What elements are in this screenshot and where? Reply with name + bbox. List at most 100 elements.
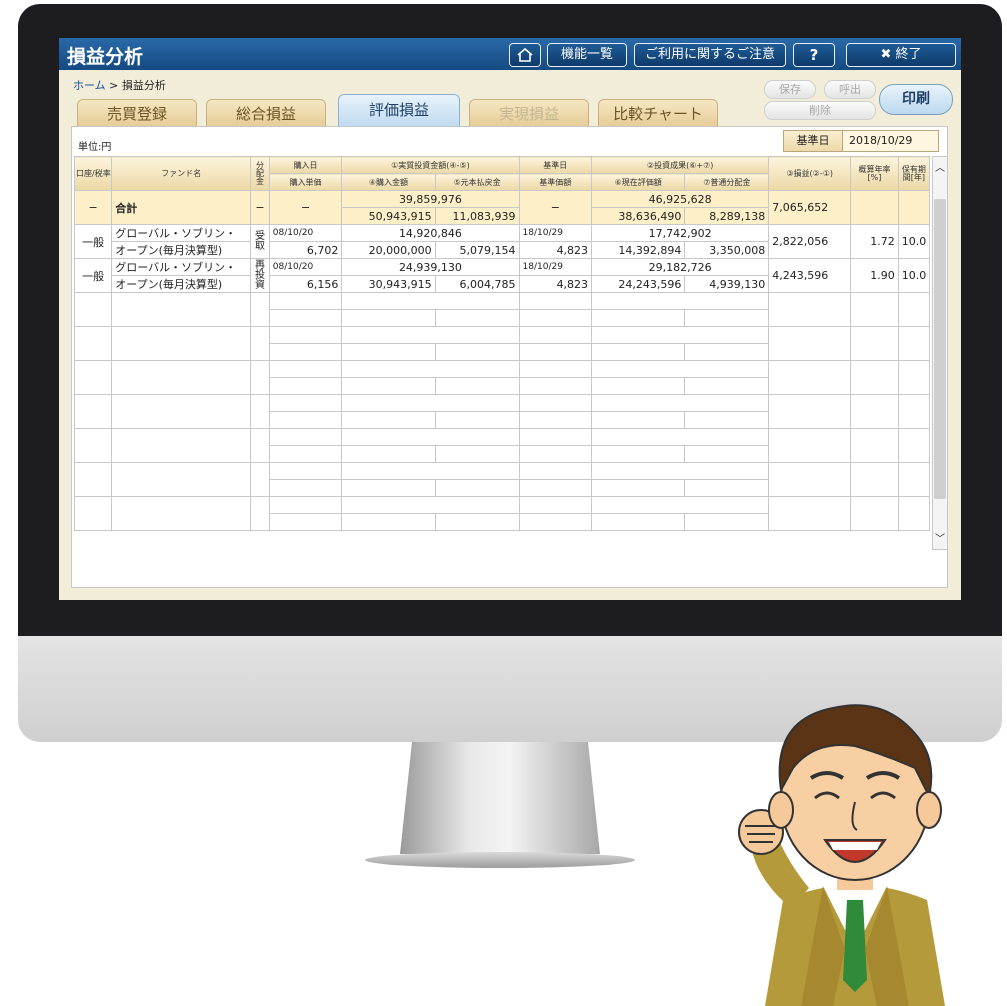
exit-button[interactable]: ✖ 終了 <box>846 43 956 67</box>
base-date-value: 2018/10/29 <box>849 134 913 147</box>
tab-trade-registration[interactable]: 売買登録 <box>77 99 197 126</box>
breadcrumb-home[interactable]: ホーム <box>73 79 106 92</box>
monitor-base <box>365 852 635 868</box>
app-title: 損益分析 <box>67 46 144 68</box>
breadcrumb: ホーム > 損益分析 <box>73 77 166 93</box>
header-holding-period: 保有期間[年] <box>897 156 931 191</box>
row-fund-name-2: オープン(毎月決算型) <box>111 241 252 259</box>
unit-label: 単位:円 <box>78 142 112 153</box>
row-investment-result: 17,742,902 <box>591 224 770 242</box>
table-row[interactable]: 一般 グローバル・ソブリン・ 受取 08/10/20 14,920,846 18… <box>73 224 931 259</box>
help-button[interactable]: ? <box>793 43 835 67</box>
header-purchase-amount: ④購入金額 <box>341 173 436 191</box>
row-annual-rate: 1.72 <box>850 224 899 259</box>
empty-row <box>73 462 931 497</box>
row-account: 一般 <box>73 224 113 259</box>
home-button[interactable] <box>509 43 541 67</box>
header-base-day: 基準日 <box>518 156 593 174</box>
chevron-up-icon[interactable]: ︿ <box>934 159 946 174</box>
title-bar: 損益分析 機能一覧 ご利用に関するご注意 ? ✖ 終了 <box>59 38 961 70</box>
row-ordinary-dist: 4,939,130 <box>684 275 770 293</box>
total-current-value: 38,636,490 <box>591 207 686 225</box>
usage-notice-button[interactable]: ご利用に関するご注意 <box>634 43 786 67</box>
header-profit-loss: ③損益(②-①) <box>768 156 852 191</box>
row-profit-loss: 2,822,056 <box>768 224 852 259</box>
scroll-thumb[interactable] <box>934 199 946 499</box>
total-label: 合計 <box>111 190 252 225</box>
tab-overall-profit[interactable]: 総合損益 <box>206 99 326 126</box>
table-row[interactable]: 一般 グローバル・ソブリン・ 再投資 08/10/20 24,939,130 1… <box>73 258 931 293</box>
function-list-button[interactable]: 機能一覧 <box>547 43 627 67</box>
row-fund-name-1: グローバル・ソブリン・ <box>111 258 252 276</box>
cheering-businessman-illustration <box>738 704 945 1006</box>
total-actual-investment: 39,859,976 <box>341 190 520 208</box>
row-actual-investment: 14,920,846 <box>341 224 520 242</box>
recall-button[interactable]: 呼出 <box>824 80 876 99</box>
breadcrumb-current: 損益分析 <box>121 79 166 92</box>
total-account: − <box>73 190 113 225</box>
base-date-field: 基準日 2018/10/29 <box>783 130 939 152</box>
row-holding-period: 10.0 <box>897 258 931 293</box>
header-account-tax: 口座/税率 <box>73 156 113 191</box>
row-fund-name-2: オープン(毎月決算型) <box>111 275 252 293</box>
total-distribution: − <box>250 190 270 225</box>
row-account: 一般 <box>73 258 113 293</box>
tab-valuation-profit[interactable]: 評価損益 <box>338 94 460 128</box>
total-principal-refund: 11,083,939 <box>434 207 520 225</box>
empty-row <box>73 326 931 361</box>
valuation-table: 口座/税率 ファンド名 分配金 購入日 ①実質投資金額(④-⑤) 基準日 ②投資… <box>73 156 931 531</box>
monitor-stand <box>400 742 600 854</box>
total-row: − 合計 − − 39,859,976 − 46,925,628 7,065,6… <box>73 190 931 225</box>
app-screen: 損益分析 機能一覧 ご利用に関するご注意 ? ✖ 終了 ホーム > 損益分析 売… <box>59 38 961 600</box>
total-purchase-date: − <box>268 190 343 225</box>
header-actual-investment: ①実質投資金額(④-⑤) <box>341 156 520 174</box>
table-scrollbar[interactable]: ︿ ﹀ <box>932 156 948 550</box>
row-base-price: 4,823 <box>518 241 593 259</box>
row-principal-refund: 6,004,785 <box>434 275 520 293</box>
row-base-price: 4,823 <box>518 275 593 293</box>
row-fund-name-1: グローバル・ソブリン・ <box>111 224 252 242</box>
row-base-day: 18/10/29 <box>518 258 593 276</box>
row-actual-investment: 24,939,130 <box>341 258 520 276</box>
row-annual-rate: 1.90 <box>850 258 899 293</box>
chevron-down-icon[interactable]: ﹀ <box>934 530 946 545</box>
total-ordinary-dist: 8,289,138 <box>684 207 770 225</box>
total-profit-loss: 7,065,652 <box>768 190 852 225</box>
row-profit-loss: 4,243,596 <box>768 258 852 293</box>
empty-row <box>73 394 931 429</box>
row-principal-refund: 5,079,154 <box>434 241 520 259</box>
total-holding-period <box>897 190 931 225</box>
header-annual-rate: 概算年率[%] <box>850 156 899 191</box>
empty-row <box>73 496 931 531</box>
header-principal-refund: ⑤元本払戻金 <box>434 173 520 191</box>
row-current-value: 14,392,894 <box>591 241 686 259</box>
row-holding-period: 10.0 <box>897 224 931 259</box>
delete-button[interactable]: 削除 <box>764 101 876 120</box>
row-purchase-date: 08/10/20 <box>268 258 343 276</box>
header-distribution: 分配金 <box>250 156 270 191</box>
save-button[interactable]: 保存 <box>764 80 816 99</box>
print-button[interactable]: 印刷 <box>879 84 953 115</box>
breadcrumb-separator: > <box>109 79 119 92</box>
house-icon <box>517 47 533 62</box>
row-purchase-amount: 30,943,915 <box>341 275 436 293</box>
empty-row <box>73 428 931 463</box>
header-investment-result: ②投資成果(⑥+⑦) <box>591 156 770 174</box>
total-investment-result: 46,925,628 <box>591 190 770 208</box>
header-current-value: ⑥現在評価額 <box>591 173 686 191</box>
row-purchase-amount: 20,000,000 <box>341 241 436 259</box>
valuation-panel: 単位:円 基準日 2018/10/29 口座/税率 ファンド名 分配金 購入日 ①… <box>71 126 948 588</box>
header-purchase-date: 購入日 <box>268 156 343 174</box>
row-purchase-date: 08/10/20 <box>268 224 343 242</box>
header-ordinary-dist: ⑦普通分配金 <box>684 173 770 191</box>
header-purchase-price: 購入単価 <box>268 173 343 191</box>
row-ordinary-dist: 3,350,008 <box>684 241 770 259</box>
tab-comparison-chart[interactable]: 比較チャート <box>598 99 718 126</box>
empty-row <box>73 292 931 327</box>
row-base-day: 18/10/29 <box>518 224 593 242</box>
row-investment-result: 29,182,726 <box>591 258 770 276</box>
base-date-label: 基準日 <box>784 131 843 151</box>
tab-realized-profit: 実現損益 <box>469 99 589 126</box>
total-purchase-amount: 50,943,915 <box>341 207 436 225</box>
total-annual-rate <box>850 190 899 225</box>
